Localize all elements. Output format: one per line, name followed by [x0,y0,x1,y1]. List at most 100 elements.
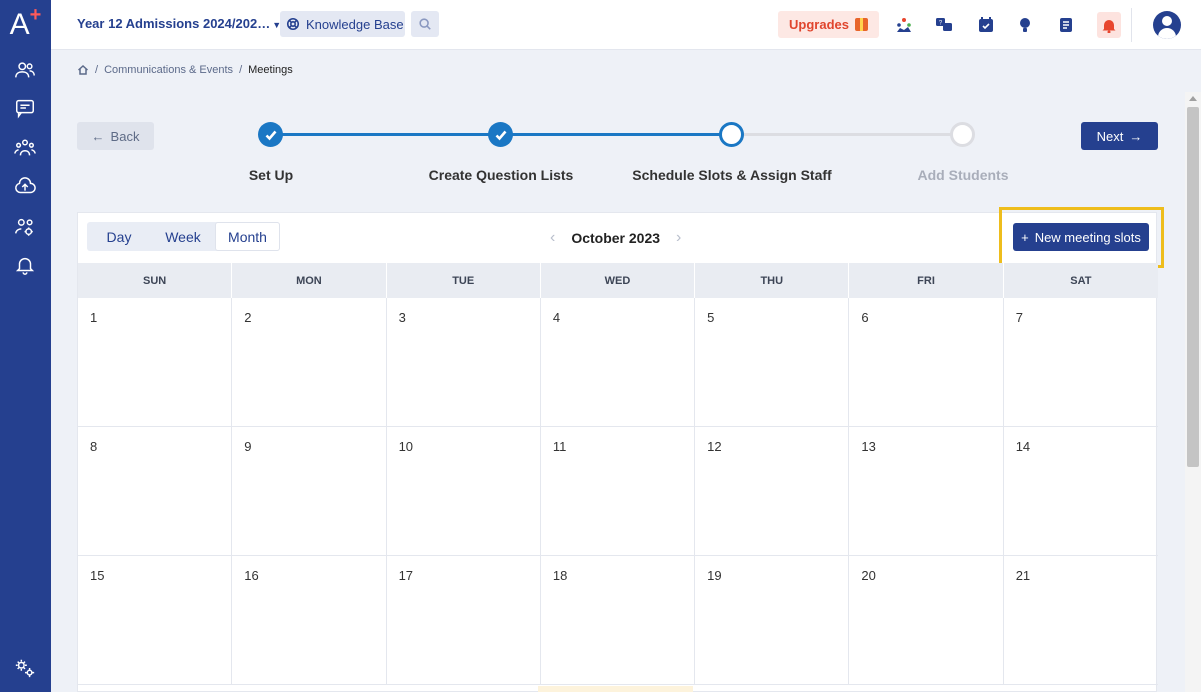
calendar-day[interactable]: 6 [849,298,1004,427]
back-button[interactable]: ← Back [77,122,154,150]
step-3-dot[interactable] [719,122,744,147]
weekday-fri: FRI [849,263,1004,298]
admission-title: Year 12 Admissions 2024/202… [77,16,271,31]
calendar-day[interactable]: 14 [1004,427,1158,556]
calendar-day[interactable]: 15 [78,556,233,685]
new-meeting-slots-label: New meeting slots [1034,229,1141,245]
cloud-upload-icon[interactable] [12,174,38,200]
step-label-setup: Set Up [248,167,294,183]
breadcrumb-current: Meetings [248,64,293,76]
calendar-day[interactable]: 10 [387,427,541,556]
view-month-button[interactable]: Month [215,222,280,251]
month-navigator: ‹ October 2023 › [550,229,681,247]
admission-selector[interactable]: Year 12 Admissions 2024/202… ▼ [77,16,281,31]
knowledge-base-label: Knowledge Base [306,16,404,32]
calendar-card: Day Week Month ‹ October 2023 › + New mee… [77,207,1164,692]
calendar-day[interactable]: 21 [1004,556,1158,685]
calendar-day[interactable]: 18 [541,556,696,685]
calendar-day[interactable]: 13 [849,427,1004,556]
knowledge-base-button[interactable]: Knowledge Base [280,11,405,37]
chevron-left-icon[interactable]: ‹ [550,229,555,247]
calendar-day[interactable]: 20 [849,556,1004,685]
today-highlight-strip [538,686,693,692]
user-settings-icon[interactable] [12,214,38,240]
calendar-day[interactable]: 9 [232,427,387,556]
check-icon [495,130,506,140]
calendar-day[interactable]: 16 [232,556,387,685]
calendar-day[interactable]: 8 [78,427,233,556]
groups-icon[interactable] [12,135,38,161]
step-connector-todo [732,133,963,136]
step-4-dot[interactable] [950,122,975,147]
calendar-week: 1 2 3 4 5 6 7 [78,298,1158,427]
view-day-button[interactable]: Day [87,222,151,251]
home-icon[interactable] [77,64,89,76]
topbar-divider [1131,8,1132,42]
message-icon[interactable] [12,95,38,121]
document-icon[interactable] [1054,13,1078,37]
step-connector-done [271,133,501,136]
weekday-tue: TUE [387,263,541,298]
upgrades-button[interactable]: Upgrades [778,11,879,38]
upgrades-label: Upgrades [789,17,849,32]
step-1-checkmark[interactable] [258,122,283,147]
lifebuoy-icon [286,17,300,31]
chevron-right-icon[interactable]: › [676,229,681,247]
weekday-sun: SUN [78,263,233,298]
calendar-check-icon[interactable] [974,13,998,37]
calendar-day[interactable]: 12 [695,427,850,556]
bell-icon[interactable] [12,252,38,278]
calendar-day[interactable]: 4 [541,298,696,427]
page-scrollbar[interactable] [1185,92,1201,692]
notification-bell-icon[interactable] [1097,12,1121,38]
community-icon[interactable] [892,13,916,37]
weekday-mon: MON [232,263,387,298]
weekday-header: SUN MON TUE WED THU FRI SAT [78,263,1158,298]
top-bar: Year 12 Admissions 2024/202… ▼ Knowledge … [51,0,1201,50]
step-label-question-lists: Create Question Lists [428,167,574,183]
app-logo[interactable]: A + [0,0,51,50]
calendar-day[interactable]: 7 [1004,298,1158,427]
calendar-day[interactable]: 1 [78,298,233,427]
calendar-day[interactable]: 17 [387,556,541,685]
calendar-day[interactable]: 11 [541,427,696,556]
breadcrumb-separator: / [239,64,243,76]
people-icon[interactable] [12,57,38,83]
sidebar: A + [0,0,51,692]
calendar-day[interactable]: 5 [695,298,850,427]
scrollbar-thumb[interactable] [1187,107,1199,467]
new-meeting-slots-button[interactable]: + New meeting slots [1013,223,1149,251]
weekday-thu: THU [695,263,850,298]
weekday-sat: SAT [1070,274,1092,287]
back-label: Back [110,128,140,144]
arrow-right-icon: → [1129,128,1143,144]
calendar-grid: 1 2 3 4 5 6 7 8 9 10 11 12 13 14 15 16 1… [78,298,1158,685]
step-label-schedule-slots: Schedule Slots & Assign Staff [632,167,832,183]
settings-gears-icon[interactable] [12,655,38,681]
current-month: October 2023 [571,230,661,246]
breadcrumb-separator: / [95,64,99,76]
view-toggle: Day Week Month [87,222,280,251]
step-label-add-students: Add Students [917,167,1009,183]
logo-letter: A [9,8,30,41]
calendar-week: 8 9 10 11 12 13 14 [78,427,1158,556]
scroll-up-icon[interactable] [1189,96,1197,101]
lightbulb-icon[interactable] [1013,13,1037,37]
chat-help-icon[interactable]: ? [932,13,956,37]
gift-icon [854,18,868,31]
calendar-day[interactable]: 19 [695,556,850,685]
step-2-checkmark[interactable] [488,122,513,147]
view-week-button[interactable]: Week [151,222,215,251]
calendar-day[interactable]: 2 [232,298,387,427]
next-button[interactable]: Next → [1081,122,1158,150]
step-connector-done [501,133,732,136]
next-label: Next [1096,128,1124,144]
calendar-day[interactable]: 3 [387,298,541,427]
breadcrumb-communications-events[interactable]: Communications & Events [104,64,233,76]
logo-plus: + [29,3,42,26]
calendar-week: 15 16 17 18 19 20 21 [78,556,1158,685]
arrow-left-icon: ← [91,128,105,144]
plus-icon: + [1021,229,1029,245]
search-button[interactable] [411,11,439,37]
user-avatar[interactable] [1153,11,1181,39]
